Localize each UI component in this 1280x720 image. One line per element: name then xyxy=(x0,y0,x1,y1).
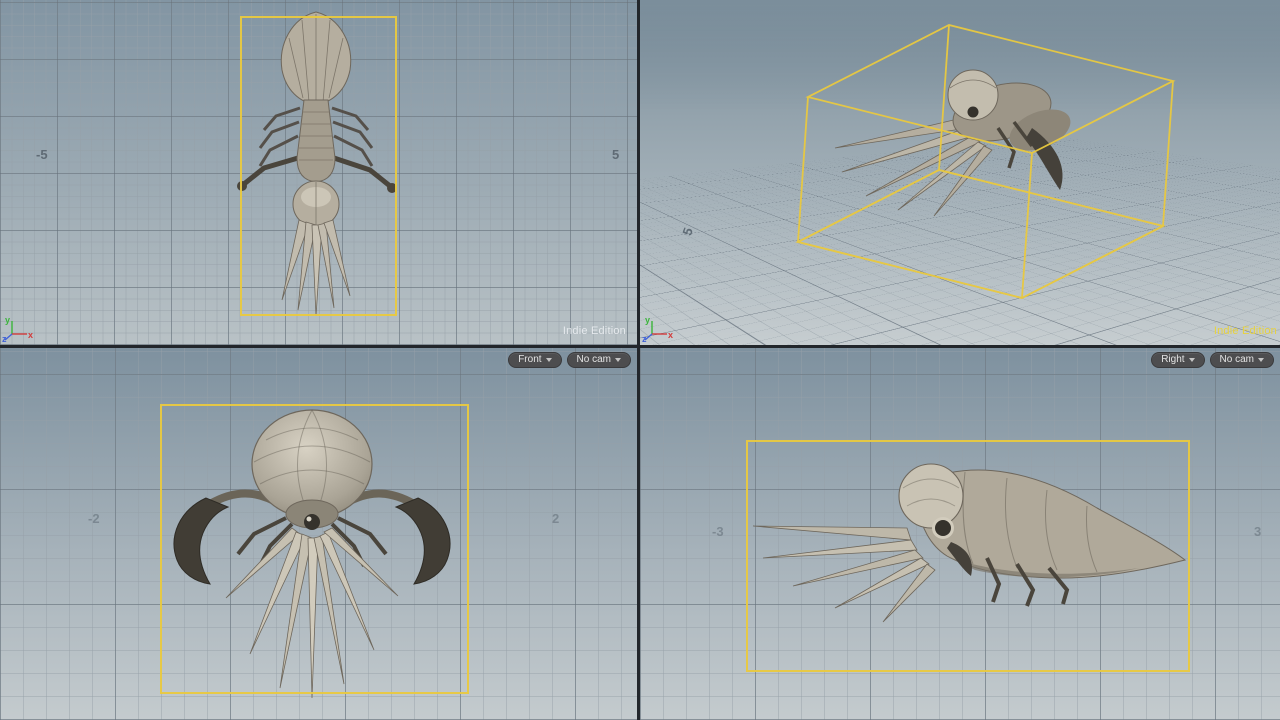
chevron-down-icon xyxy=(1189,358,1195,362)
grid-coordinate-label: -3 xyxy=(712,524,724,539)
axis-orientation-gizmo: y x z xyxy=(642,313,674,343)
chevron-down-icon xyxy=(615,358,621,362)
viewport-right-view[interactable]: Right No cam -3 3 xyxy=(640,348,1280,720)
svg-text:z: z xyxy=(642,334,647,343)
grid-coordinate-label: 5 xyxy=(612,147,619,162)
view-menu-button[interactable]: Front xyxy=(508,352,561,368)
svg-text:y: y xyxy=(5,315,10,325)
viewport-perspective-view[interactable]: 5 xyxy=(640,0,1280,345)
svg-text:x: x xyxy=(668,330,673,340)
grid-coordinate-label: 3 xyxy=(1254,524,1261,539)
svg-text:x: x xyxy=(28,330,33,340)
viewport-top-view[interactable]: -5 5 xyxy=(0,0,637,345)
chevron-down-icon xyxy=(1258,358,1264,362)
edition-watermark: Indie Edition xyxy=(1214,325,1277,337)
camera-menu-label: No cam xyxy=(1220,352,1254,368)
svg-text:y: y xyxy=(645,315,650,325)
grid-coordinate-label: -5 xyxy=(36,147,48,162)
svg-text:z: z xyxy=(2,334,7,343)
selection-bounding-box xyxy=(746,440,1190,672)
edition-watermark: Indie Edition xyxy=(563,325,626,337)
camera-menu-button[interactable]: No cam xyxy=(567,352,631,368)
selection-bounding-box xyxy=(240,16,397,316)
view-menu-label: Front xyxy=(518,352,541,368)
view-menu-label: Right xyxy=(1161,352,1184,368)
creature-model-perspective xyxy=(640,0,1280,345)
view-menu-button[interactable]: Right xyxy=(1151,352,1204,368)
application-window: -5 5 xyxy=(0,0,1280,720)
viewport-front-view[interactable]: Front No cam -2 2 xyxy=(0,348,637,720)
camera-menu-label: No cam xyxy=(577,352,611,368)
selection-bounding-box xyxy=(160,404,469,694)
grid-coordinate-label: 2 xyxy=(552,511,559,526)
grid-coordinate-label: -2 xyxy=(88,511,100,526)
camera-menu-button[interactable]: No cam xyxy=(1210,352,1274,368)
axis-orientation-gizmo: y x z xyxy=(2,313,34,343)
chevron-down-icon xyxy=(546,358,552,362)
